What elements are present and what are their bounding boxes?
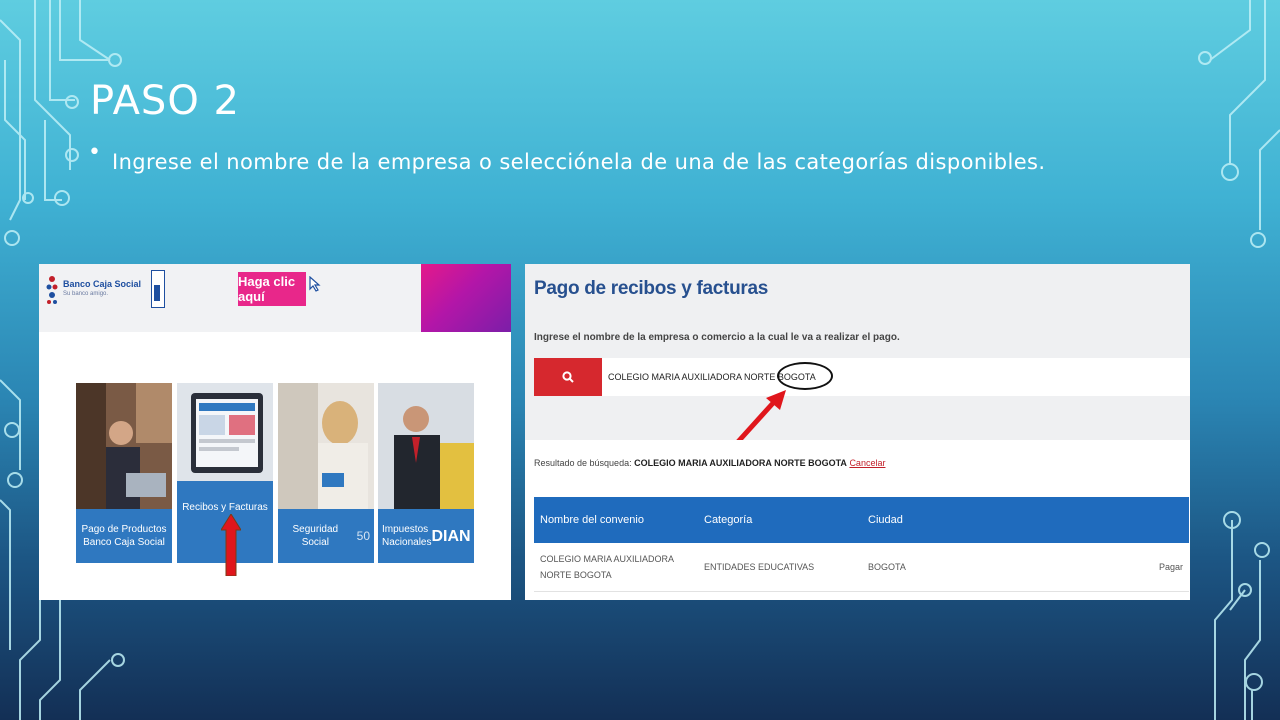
bank-name-text: Banco Caja Social <box>63 279 142 289</box>
pagar-link[interactable]: Pagar <box>1024 543 1189 592</box>
company-search-input[interactable] <box>608 358 1108 396</box>
search-result-line: Resultado de búsqueda: COLEGIO MARIA AUX… <box>534 458 885 468</box>
highlight-ellipse <box>777 362 833 390</box>
bullet-text: Ingrese el nombre de la empresa o selecc… <box>112 150 1046 174</box>
tile-impuestos-nacionales[interactable]: Impuestos Nacionales DIAN <box>378 383 474 563</box>
tile-pago-productos[interactable]: Pago de Productos Banco Caja Social <box>76 383 172 563</box>
group-badge-icon <box>151 270 166 308</box>
bank-name: Banco Caja Social Su banco amigo. <box>63 279 141 299</box>
search-button[interactable] <box>534 358 602 396</box>
tile-seguridad-social[interactable]: Seguridad Social 50 <box>278 383 374 563</box>
tile-label-text: Seguridad Social <box>292 524 339 548</box>
pila-badge: 50 <box>356 528 370 543</box>
bank-tagline: Su banco amigo. <box>63 291 109 297</box>
cell-categoria: ENTIDADES EDUCATIVAS <box>698 543 862 592</box>
tile-label: Pago de Productos Banco Caja Social <box>76 509 172 563</box>
column-header-nombre: Nombre del convenio <box>534 497 698 543</box>
results-table: Nombre del convenio Categoría Ciudad COL… <box>534 497 1189 592</box>
tablet-photo <box>177 383 273 481</box>
man-laptop-photo <box>76 383 172 509</box>
woman-card-photo <box>278 383 374 509</box>
pago-recibos-screenshot: Pago de recibos y facturas Ingrese el no… <box>525 264 1190 600</box>
instruction-text: Ingrese el nombre de la empresa o comerc… <box>534 332 900 343</box>
bank-logo[interactable]: Banco Caja Social Su banco amigo. <box>45 270 166 308</box>
search-bar <box>534 358 1190 396</box>
cancel-link[interactable]: Cancelar <box>849 458 885 468</box>
bank-home-screenshot: Banco Caja Social Su banco amigo. Haga c… <box>39 264 511 600</box>
dian-logo: DIAN <box>431 527 471 545</box>
promo-banner[interactable] <box>421 264 511 332</box>
bullet-marker: • <box>88 140 101 165</box>
result-prefix: Resultado de búsqueda: <box>534 458 632 468</box>
tile-label: Seguridad Social 50 <box>278 509 374 563</box>
table-header-row: Nombre del convenio Categoría Ciudad <box>534 497 1189 543</box>
click-here-banner[interactable]: Haga clic aquí <box>238 272 306 306</box>
businessman-photo <box>378 383 474 509</box>
column-header-accion <box>1024 497 1189 543</box>
cursor-icon <box>309 276 321 292</box>
column-header-categoria: Categoría <box>698 497 862 543</box>
bank-header: Banco Caja Social Su banco amigo. Haga c… <box>39 264 511 332</box>
slide-title: PASO 2 <box>90 78 240 124</box>
table-row: COLEGIO MARIA AUXILIADORA NORTE BOGOTA E… <box>534 543 1189 592</box>
bank-logo-icon <box>46 276 58 304</box>
results-section: Resultado de búsqueda: COLEGIO MARIA AUX… <box>525 440 1190 600</box>
red-arrow-up-icon <box>221 514 241 576</box>
tile-label-text: Impuestos Nacionales <box>382 524 432 548</box>
column-header-ciudad: Ciudad <box>862 497 1024 543</box>
cell-ciudad: BOGOTA <box>862 543 1024 592</box>
cell-nombre: COLEGIO MARIA AUXILIADORA NORTE BOGOTA <box>534 543 698 592</box>
tile-label: Impuestos Nacionales DIAN <box>378 509 474 563</box>
search-icon <box>562 371 574 383</box>
result-query: COLEGIO MARIA AUXILIADORA NORTE BOGOTA <box>634 458 847 468</box>
page-title: Pago de recibos y facturas <box>534 278 769 299</box>
